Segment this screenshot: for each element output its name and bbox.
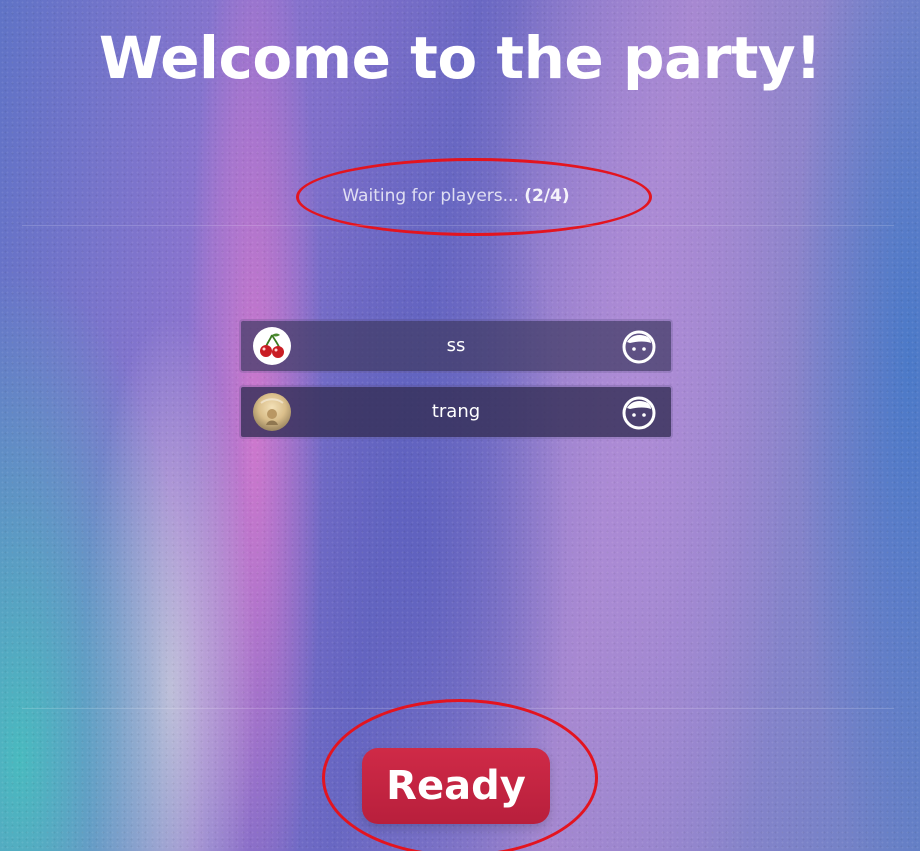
face-icon bbox=[622, 396, 656, 430]
face-icon bbox=[622, 330, 656, 364]
player-name: trang bbox=[431, 401, 481, 422]
bottom-divider bbox=[22, 708, 894, 709]
top-divider bbox=[22, 225, 894, 226]
cherry-icon bbox=[253, 327, 291, 365]
waiting-status-text: Waiting for players... bbox=[342, 186, 519, 206]
ready-button[interactable]: Ready bbox=[362, 748, 550, 824]
player-count: (2/4) bbox=[524, 186, 570, 206]
waiting-status: Waiting for players... (2/4) bbox=[0, 184, 912, 208]
player-name: ss bbox=[446, 335, 466, 356]
party-lobby: Welcome to the party! Waiting for player… bbox=[0, 0, 920, 851]
profile-photo bbox=[253, 393, 291, 431]
player-row: trang bbox=[241, 387, 671, 437]
player-row: ss bbox=[241, 321, 671, 371]
player-list: ss trang bbox=[241, 321, 671, 453]
page-title: Welcome to the party! bbox=[98, 24, 822, 92]
